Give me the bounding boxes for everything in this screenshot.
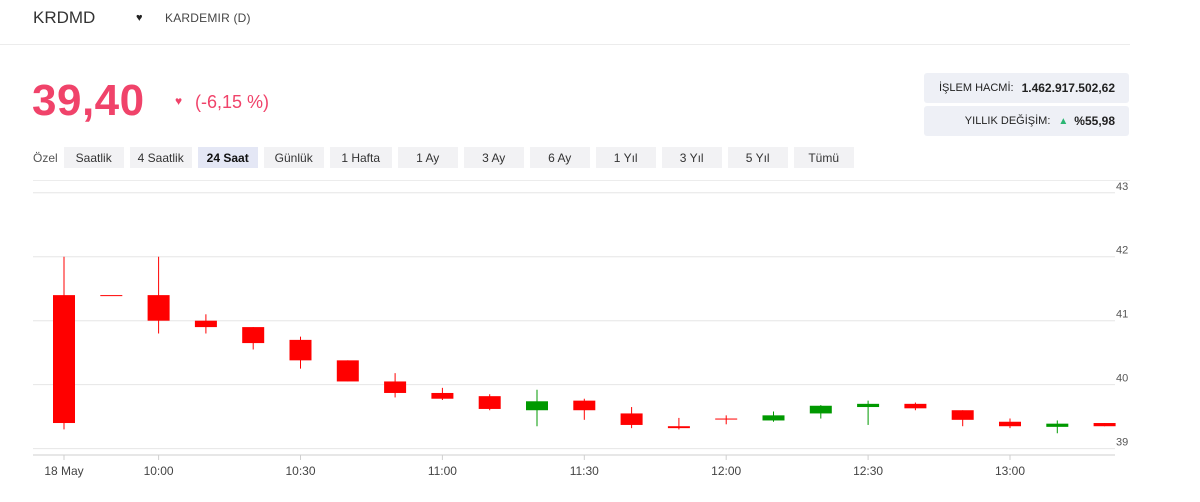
range-button[interactable]: Tümü — [793, 147, 854, 168]
candle-body — [478, 396, 501, 409]
yearly-change-box: YILLIK DEĞİŞİM: ▲ %55,98 — [924, 106, 1129, 136]
range-button[interactable]: 1 Ay — [397, 147, 458, 168]
candle-body — [147, 295, 170, 321]
candle-body — [715, 418, 738, 420]
up-triangle-icon: ▲ — [1058, 115, 1069, 127]
range-button[interactable]: 1 Yıl — [595, 147, 656, 168]
candle-body — [999, 421, 1021, 427]
volume-label: İŞLEM HACMİ: — [939, 82, 1014, 94]
header-bar: KRDMD ♥ KARDEMIR (D) — [0, 0, 1130, 45]
yearly-change-value: %55,98 — [1074, 114, 1115, 128]
x-tick-label: 12:30 — [853, 464, 883, 478]
candle-body — [431, 392, 454, 399]
range-button[interactable]: Günlük — [263, 147, 324, 168]
company-name: KARDEMIR (D) — [165, 11, 251, 25]
x-tick-label: 10:00 — [144, 464, 174, 478]
candle-body — [620, 413, 643, 425]
x-tick-label: 18 May — [44, 464, 83, 478]
range-button[interactable]: 24 Saat — [197, 147, 258, 168]
candle-body — [573, 400, 596, 411]
volume-value: 1.462.917.502,62 — [1021, 81, 1115, 95]
favorite-heart-icon[interactable]: ♥ — [136, 12, 143, 24]
y-tick-label: 39 — [1116, 437, 1128, 449]
candle-body — [951, 410, 974, 420]
range-button[interactable]: Saatlik — [63, 147, 124, 168]
candle-body — [762, 415, 785, 421]
x-tick-label: 11:00 — [428, 464, 457, 478]
x-tick-label: 11:30 — [570, 464, 599, 478]
y-tick-label: 41 — [1116, 309, 1128, 321]
price-value: 39,40 — [32, 76, 145, 125]
y-tick-label: 42 — [1116, 245, 1128, 257]
candle-body — [100, 295, 123, 297]
range-button[interactable]: 3 Yıl — [661, 147, 722, 168]
candle-body — [242, 327, 265, 344]
candle-body — [809, 405, 832, 414]
range-button[interactable]: 1 Hafta — [329, 147, 392, 168]
range-button[interactable]: 4 Saatlik — [129, 147, 192, 168]
range-button[interactable]: 5 Yıl — [727, 147, 788, 168]
range-selector: Özel Saatlik 4 Saatlik 24 Saat Günlük 1 … — [33, 147, 860, 168]
price-direction-heart-icon: ♥ — [175, 94, 183, 108]
range-prefix-label: Özel — [33, 150, 58, 165]
x-tick-label: 13:00 — [995, 464, 1025, 478]
candle-body — [384, 381, 407, 393]
candle-body — [53, 295, 75, 424]
range-button[interactable]: 3 Ay — [463, 147, 524, 168]
symbol-label: KRDMD — [33, 8, 96, 27]
candlestick-chart: 39 40 41 42 43 18 May 10:00 10:30 11:00 11:30 12:0… — [33, 181, 1128, 478]
candle-body — [526, 401, 548, 411]
candle-body — [1093, 423, 1116, 427]
range-button[interactable]: 6 Ay — [529, 147, 590, 168]
y-tick-label: 43 — [1116, 181, 1128, 193]
candle-body — [194, 320, 217, 328]
yearly-change-label: YILLIK DEĞİŞİM: — [964, 115, 1051, 127]
x-tick-label: 12:00 — [711, 464, 741, 478]
candle-body — [904, 403, 927, 409]
candle-body — [667, 426, 690, 429]
price-change: (-6,15 %) — [195, 92, 270, 112]
volume-box: İŞLEM HACMİ: 1.462.917.502,62 — [924, 73, 1129, 103]
candle-body — [289, 339, 312, 361]
y-tick-label: 40 — [1116, 373, 1128, 385]
candle-body — [857, 403, 880, 408]
x-tick-label: 10:30 — [285, 464, 315, 478]
candle-body — [336, 360, 359, 382]
candle-body — [1046, 423, 1069, 427]
